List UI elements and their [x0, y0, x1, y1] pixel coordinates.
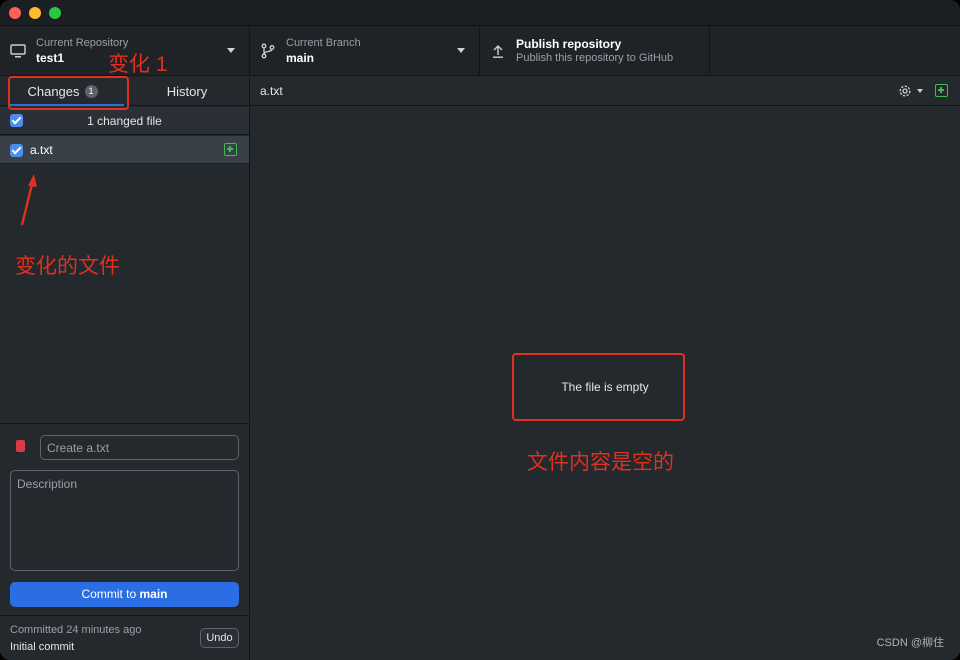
annotation-empty-note: 文件内容是空的 — [527, 451, 674, 474]
file-added-icon — [935, 84, 948, 97]
close-window-button[interactable] — [9, 7, 21, 19]
changed-files-header: 1 changed file — [0, 107, 249, 135]
commit-button-branch: main — [139, 587, 168, 601]
commit-form: Commit to main — [0, 423, 249, 615]
app-window: Current Repository test1 Current Branch … — [0, 0, 960, 660]
current-branch-value: main — [286, 51, 315, 65]
upload-icon — [493, 45, 503, 58]
commit-button[interactable]: Commit to main — [10, 582, 239, 607]
file-added-icon — [224, 143, 237, 156]
chevron-down-icon[interactable] — [917, 89, 923, 93]
current-branch-label: Current Branch — [286, 37, 361, 49]
changed-files-count: 1 changed file — [87, 114, 162, 128]
last-commit-panel: Committed 24 minutes ago Initial commit … — [0, 615, 249, 660]
sidebar: Changes 1 History 1 changed file a.txt C… — [0, 77, 250, 660]
publish-repository-title: Publish repository — [516, 37, 622, 51]
arrow-up-icon — [20, 174, 37, 226]
chevron-down-icon — [227, 48, 235, 53]
commit-description-input[interactable] — [10, 470, 239, 571]
current-repository-value: test1 — [36, 51, 65, 65]
minimize-window-button[interactable] — [29, 7, 41, 19]
tab-history-label: History — [166, 84, 208, 99]
zoom-window-button[interactable] — [49, 7, 61, 19]
monitor-icon — [10, 44, 26, 58]
annotation-file-note: 变化的文件 — [15, 255, 120, 278]
publish-repository-button[interactable]: Publish repository Publish this reposito… — [480, 26, 710, 76]
file-name: a.txt — [30, 143, 53, 157]
annotation-changes-note: 变化 1 — [108, 53, 168, 76]
undo-button[interactable]: Undo — [200, 628, 239, 648]
last-commit-time: Committed 24 minutes ago — [10, 624, 142, 636]
current-branch-dropdown[interactable]: Current Branch main — [250, 26, 480, 76]
file-checkbox[interactable] — [10, 144, 23, 157]
title-bar — [0, 0, 960, 26]
commit-button-prefix: Commit to — [81, 587, 140, 601]
publish-repository-subtitle: Publish this repository to GitHub — [516, 52, 674, 64]
git-branch-icon — [261, 43, 275, 59]
diff-header: a.txt — [250, 77, 960, 106]
annotation-box-changes-tab — [8, 76, 129, 110]
tab-history[interactable]: History — [125, 77, 249, 106]
watermark: CSDN @柳住 — [876, 637, 944, 649]
diff-file-title: a.txt — [260, 84, 283, 98]
commit-summary-input[interactable] — [40, 435, 239, 460]
chevron-down-icon — [457, 48, 465, 53]
last-commit-message: Initial commit — [10, 641, 75, 653]
list-item[interactable]: a.txt — [0, 136, 249, 164]
annotation-box-empty — [512, 353, 685, 421]
avatar — [16, 440, 25, 452]
gear-icon[interactable] — [897, 83, 913, 99]
